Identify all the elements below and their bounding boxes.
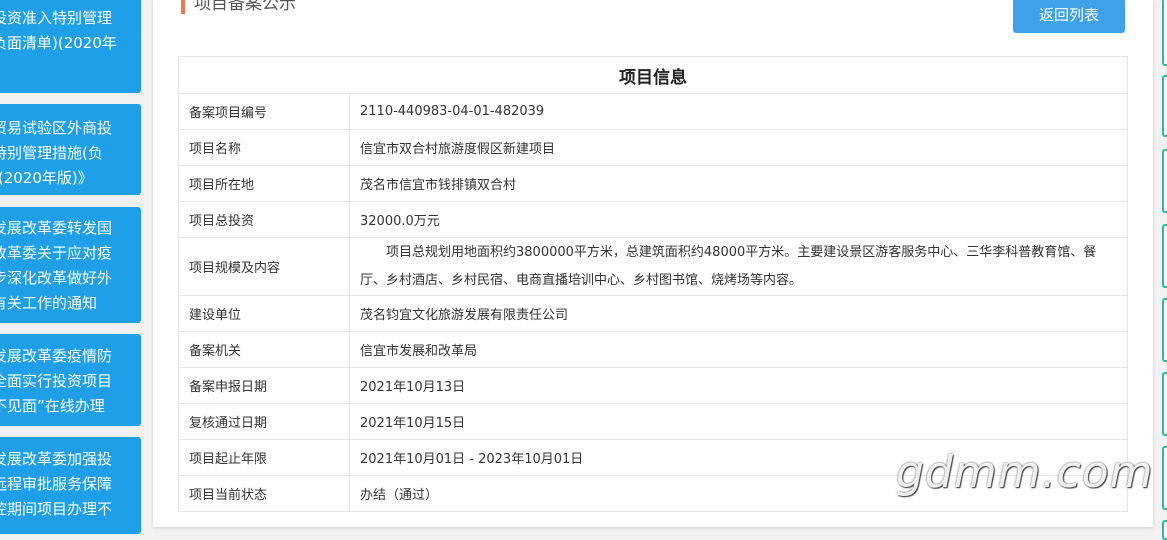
row-value: 项目总规划用地面积约3800000平方米，总建筑面积约48000平方米。主要建设… <box>349 237 1128 296</box>
row-label: 建设单位 <box>178 295 350 332</box>
project-info-table: 项目信息 备案项目编号 2110-440983-04-01-482039 项目名… <box>178 56 1128 512</box>
row-label: 备案项目编号 <box>178 93 350 130</box>
row-value: 信宜市发展和改革局 <box>349 331 1128 368</box>
table-row: 复核通过日期 2021年10月15日 <box>178 403 1128 440</box>
row-value: 2021年10月13日 <box>349 367 1128 404</box>
right-tab[interactable] <box>1162 446 1167 510</box>
table-row: 建设单位 茂名钧宜文化旅游发展有限责任公司 <box>178 295 1128 332</box>
watermark-logo: gdmm.com <box>896 447 1154 498</box>
right-tab[interactable] <box>1162 149 1167 213</box>
right-side-tabs <box>1158 0 1167 540</box>
back-to-list-button[interactable]: 返回列表 <box>1013 0 1125 33</box>
sidebar-item-text: 投资准入特别管理 负面清单)(2020年 <box>0 9 117 52</box>
sidebar: 投资准入特别管理 负面清单)(2020年 贸易试验区外商投 特别管理措施(负 )… <box>0 0 141 534</box>
sidebar-item-text: 发展改革委加强投 远程审批服务保障 控期间项目办理不 <box>0 450 113 518</box>
sidebar-item-5[interactable]: 发展改革委加强投 远程审批服务保障 控期间项目办理不 <box>0 437 141 534</box>
sidebar-item-2[interactable]: 贸易试验区外商投 特别管理措施(负 )(2020年版)》 <box>0 104 141 195</box>
row-value: 茂名钧宜文化旅游发展有限责任公司 <box>349 295 1128 332</box>
right-tab[interactable] <box>1162 224 1167 288</box>
sidebar-item-text: 发展改革委疫情防 全面实行投资项目 不见面”在线办理 <box>0 347 113 415</box>
sidebar-item-1[interactable]: 投资准入特别管理 负面清单)(2020年 <box>0 0 141 93</box>
project-scope-text: 项目总规划用地面积约3800000平方米，总建筑面积约48000平方米。主要建设… <box>360 244 1097 288</box>
row-label: 项目总投资 <box>178 201 350 238</box>
table-row: 项目名称 信宜市双合村旅游度假区新建项目 <box>178 129 1128 166</box>
row-label: 项目名称 <box>178 129 350 166</box>
right-tab[interactable] <box>1162 520 1167 540</box>
right-tab[interactable] <box>1162 298 1167 362</box>
table-row: 备案项目编号 2110-440983-04-01-482039 <box>178 93 1128 130</box>
row-label: 复核通过日期 <box>178 403 350 440</box>
row-label: 项目起止年限 <box>178 439 350 476</box>
table-row: 备案机关 信宜市发展和改革局 <box>178 331 1128 368</box>
row-label: 备案申报日期 <box>178 367 350 404</box>
table-header-row: 项目信息 <box>178 56 1128 94</box>
sidebar-item-3[interactable]: 发展改革委转发国 改革委关于应对疫 步深化改革做好外 有关工作的通知 <box>0 207 141 323</box>
row-value: 2021年10月15日 <box>349 403 1128 440</box>
table-row: 项目所在地 茂名市信宜市钱排镇双合村 <box>178 165 1128 202</box>
right-tab[interactable] <box>1162 75 1167 137</box>
row-label: 项目当前状态 <box>178 475 350 512</box>
table-row: 项目规模及内容 项目总规划用地面积约3800000平方米，总建筑面积约48000… <box>178 237 1128 296</box>
right-tab[interactable] <box>1162 0 1167 66</box>
page-title: 项目备案公示 <box>181 0 296 14</box>
sidebar-item-text: 贸易试验区外商投 特别管理措施(负 )(2020年版)》 <box>0 119 113 187</box>
table-title: 项目信息 <box>178 56 1128 94</box>
row-label: 备案机关 <box>178 331 350 368</box>
right-tab[interactable] <box>1162 372 1167 436</box>
row-label: 项目规模及内容 <box>178 237 350 296</box>
sidebar-item-text: 发展改革委转发国 改革委关于应对疫 步深化改革做好外 有关工作的通知 <box>0 219 113 312</box>
table-row: 备案申报日期 2021年10月13日 <box>178 367 1128 404</box>
row-value: 信宜市双合村旅游度假区新建项目 <box>349 129 1128 166</box>
row-value: 32000.0万元 <box>349 201 1128 238</box>
sidebar-item-4[interactable]: 发展改革委疫情防 全面实行投资项目 不见面”在线办理 <box>0 334 141 426</box>
row-value: 茂名市信宜市钱排镇双合村 <box>349 165 1128 202</box>
table-row: 项目总投资 32000.0万元 <box>178 201 1128 238</box>
row-label: 项目所在地 <box>178 165 350 202</box>
row-value: 2110-440983-04-01-482039 <box>349 93 1128 130</box>
